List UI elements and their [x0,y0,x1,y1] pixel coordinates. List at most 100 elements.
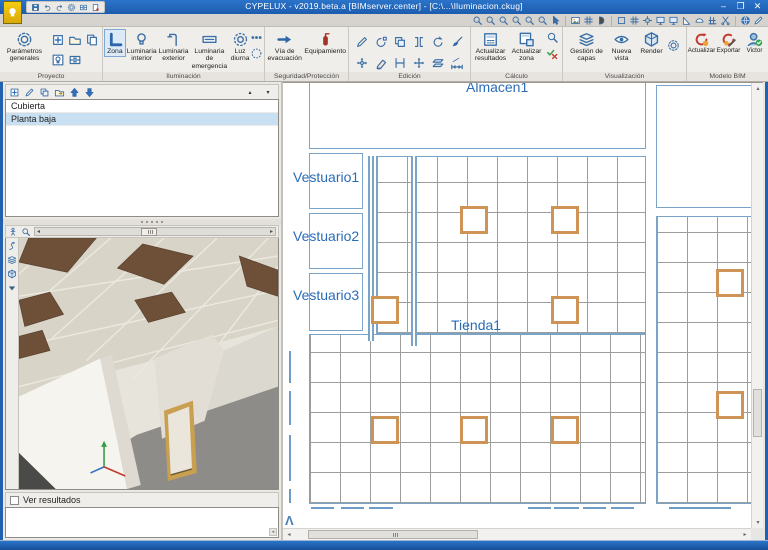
view3d-scrollstrip[interactable]: ◂ ▸ [34,227,276,236]
parametros-generales-button[interactable]: Parámetros generales [2,29,48,65]
skylight[interactable] [460,206,488,234]
app-icon[interactable] [3,1,22,24]
modify-icon[interactable] [24,87,35,98]
join-icon[interactable] [393,56,407,70]
hscroll-thumb[interactable] [308,530,478,539]
zoom-scale-icon[interactable] [485,15,496,26]
actualizar-resultados-button[interactable]: Actualizar resultados [473,29,509,65]
copy-job-icon[interactable] [85,33,99,47]
room-label[interactable]: Almacen1 [466,83,528,95]
mask-icon[interactable] [596,15,607,26]
nueva-vista-button[interactable]: Nueva vista [606,29,638,65]
search-icon[interactable] [546,31,559,44]
symmetry-icon[interactable] [431,56,445,70]
settings-gear-icon[interactable] [667,39,680,52]
select-pointer-icon[interactable] [550,15,561,26]
vertical-scrollbar[interactable]: ▴ ▾ [751,83,763,529]
room-label[interactable]: Vestuario1 [293,169,359,185]
room-label[interactable]: Vestuario3 [293,287,359,303]
layers-icon[interactable] [7,255,17,265]
gestion-capas-button[interactable]: Gestión de capas [568,29,606,65]
skylight[interactable] [460,416,488,444]
via-evacuacion-button[interactable]: Vía de evacuación [266,29,303,65]
orbit-icon[interactable] [7,241,17,251]
skylight[interactable] [551,416,579,444]
scroll-thumb[interactable] [140,227,157,236]
luz-diurna-button[interactable]: Luz diurna [229,29,251,65]
plan-item-planta-baja[interactable]: Planta baja [6,113,278,126]
scroll-left-icon[interactable]: ◂ [35,228,42,236]
rotate-copy-icon[interactable] [374,35,388,49]
cut-icon[interactable] [720,15,731,26]
rectangle-icon[interactable] [616,15,627,26]
render-button[interactable]: Render [638,29,666,57]
viewer-person-icon[interactable] [8,227,18,237]
overflow-dots-icon[interactable] [250,31,263,44]
skylight[interactable] [551,296,579,324]
scroll-left-icon[interactable]: ◂ [283,529,295,541]
skylight[interactable] [716,391,744,419]
ribbon-button-zona[interactable]: Zona [104,29,126,58]
skylight[interactable] [716,269,744,297]
add-icon[interactable] [9,87,20,98]
zoom-icon[interactable] [21,227,31,237]
collapse-down-icon[interactable]: ▾ [261,89,275,96]
grid-icon[interactable] [629,15,640,26]
actualizar-zona-button[interactable]: Actualizar zona [509,29,545,65]
zoom-all-icon[interactable] [511,15,522,26]
rotate-icon[interactable] [431,35,445,49]
vscroll-thumb[interactable] [753,389,762,437]
move-down-icon[interactable] [84,87,95,98]
plan-item-cubierta[interactable]: Cubierta [6,100,278,113]
bim-exportar-button[interactable]: Exportar [715,29,742,57]
render-cube-icon[interactable] [7,269,17,279]
scroll-right-icon[interactable]: ▸ [268,228,275,236]
room-label[interactable]: Vestuario2 [293,228,359,244]
lamp-library-icon[interactable] [51,53,65,67]
collapse-up-icon[interactable]: ▴ [243,89,257,96]
snap-point-icon[interactable] [642,15,653,26]
copy-icon[interactable] [39,87,50,98]
zoom-window-icon[interactable] [472,15,483,26]
horizontal-scrollbar[interactable]: ◂ ▸ [283,528,751,540]
set-square-icon[interactable] [681,15,692,26]
scroll-up-icon[interactable]: ▴ [752,83,764,95]
divide-icon[interactable] [412,35,426,49]
drawing-canvas[interactable]: Almacen1 Vestuario1 Vestuario2 Vestuario3 Ti… [283,83,751,529]
assign-icon[interactable] [450,35,464,49]
skylight[interactable] [551,206,579,234]
luminaria-emergencia-button[interactable]: Luminaria de emergencia [189,29,229,72]
skylight[interactable] [371,416,399,444]
export-icon[interactable] [54,87,65,98]
print-area-icon[interactable] [583,15,594,26]
close-button[interactable]: ✕ [749,0,766,13]
job-archive-icon[interactable] [68,53,82,67]
skylight[interactable] [371,296,399,324]
capture-image-icon[interactable] [570,15,581,26]
3d-viewport[interactable] [19,238,278,489]
zoom-in-icon[interactable] [524,15,535,26]
scroll-right-icon[interactable]: ▸ [739,529,751,541]
bim-user-button[interactable]: Victor [742,29,767,57]
ver-resultados-checkbox[interactable] [10,495,19,505]
edit-icon[interactable] [355,35,369,49]
web-globe-icon[interactable] [740,15,751,26]
room-label[interactable]: Tienda1 [451,317,501,333]
equipamiento-button[interactable]: Equipamiento [303,29,347,57]
background-screen-icon[interactable] [655,15,666,26]
move-icon[interactable] [412,56,426,70]
move-up-icon[interactable] [69,87,80,98]
luminaria-interior-button[interactable]: Luminaria interior [126,29,158,65]
foreground-screen-icon[interactable] [668,15,679,26]
resize-corner[interactable]: ◂ [269,528,277,536]
move-node-icon[interactable] [355,56,369,70]
check-cross-icon[interactable] [546,47,559,60]
maximize-button[interactable]: ❐ [732,0,749,13]
open-job-icon[interactable] [68,33,82,47]
dotted-circle-icon[interactable] [250,47,263,60]
copy-icon[interactable] [393,35,407,49]
ortho-grid-icon[interactable] [707,15,718,26]
zoom-previous-icon[interactable] [498,15,509,26]
bim-actualizar-button[interactable]: Actualizar [688,29,715,57]
minimize-button[interactable]: – [715,0,732,13]
